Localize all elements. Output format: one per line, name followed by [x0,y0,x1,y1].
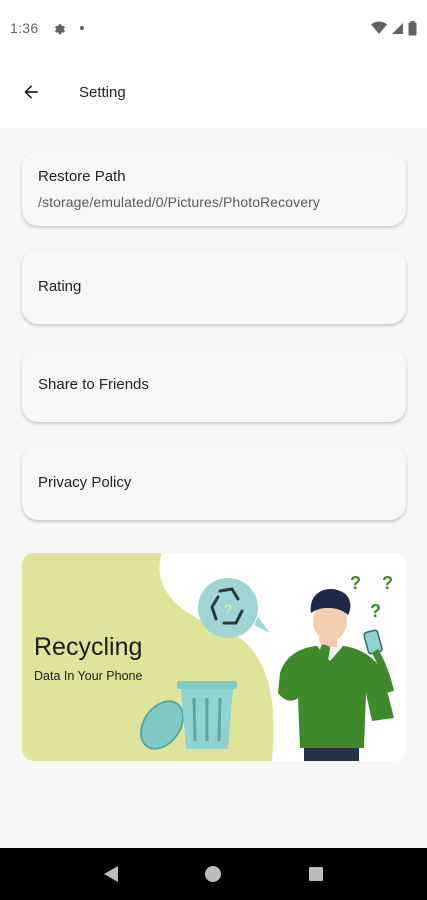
restore-path-item[interactable]: Restore Path /storage/emulated/0/Picture… [22,151,406,226]
banner-subtitle: Data In Your Phone [34,669,143,683]
banner-title: Recycling [34,633,143,661]
square-recents-icon [308,867,323,881]
status-bar: 1:36 [0,0,427,56]
back-button[interactable] [0,56,62,128]
share-label: Share to Friends [38,376,149,393]
svg-text:?: ? [370,601,381,621]
settings-gear-icon [55,24,66,35]
svg-text:?: ? [382,573,393,593]
page-title: Setting [79,83,126,101]
rating-label: Rating [38,278,82,295]
wifi-icon [371,21,387,34]
svg-text:?: ? [350,573,361,593]
app-toolbar: Setting [0,56,427,128]
privacy-policy-item[interactable]: Privacy Policy [22,445,406,520]
share-to-friends-item[interactable]: Share to Friends [22,347,406,422]
status-time: 1:36 [10,20,39,36]
restore-path-value: /storage/emulated/0/Pictures/PhotoRecove… [38,193,321,210]
restore-path-label: Restore Path [38,167,126,185]
battery-icon [408,20,417,35]
nav-recents-button[interactable] [296,854,336,894]
nav-home-button[interactable] [193,854,233,894]
notification-dot-icon [80,26,85,30]
signal-icon [392,22,403,34]
system-nav-bar [0,848,427,900]
triangle-back-icon [104,866,119,882]
recycling-banner[interactable]: ? ? ? ? Recycling Data In Your Phone [22,553,406,761]
nav-back-button[interactable] [91,854,131,894]
rating-item[interactable]: Rating [22,249,406,324]
svg-text:?: ? [224,601,232,617]
privacy-label: Privacy Policy [38,474,132,491]
circle-home-icon [205,866,222,882]
arrow-left-icon [24,85,38,99]
